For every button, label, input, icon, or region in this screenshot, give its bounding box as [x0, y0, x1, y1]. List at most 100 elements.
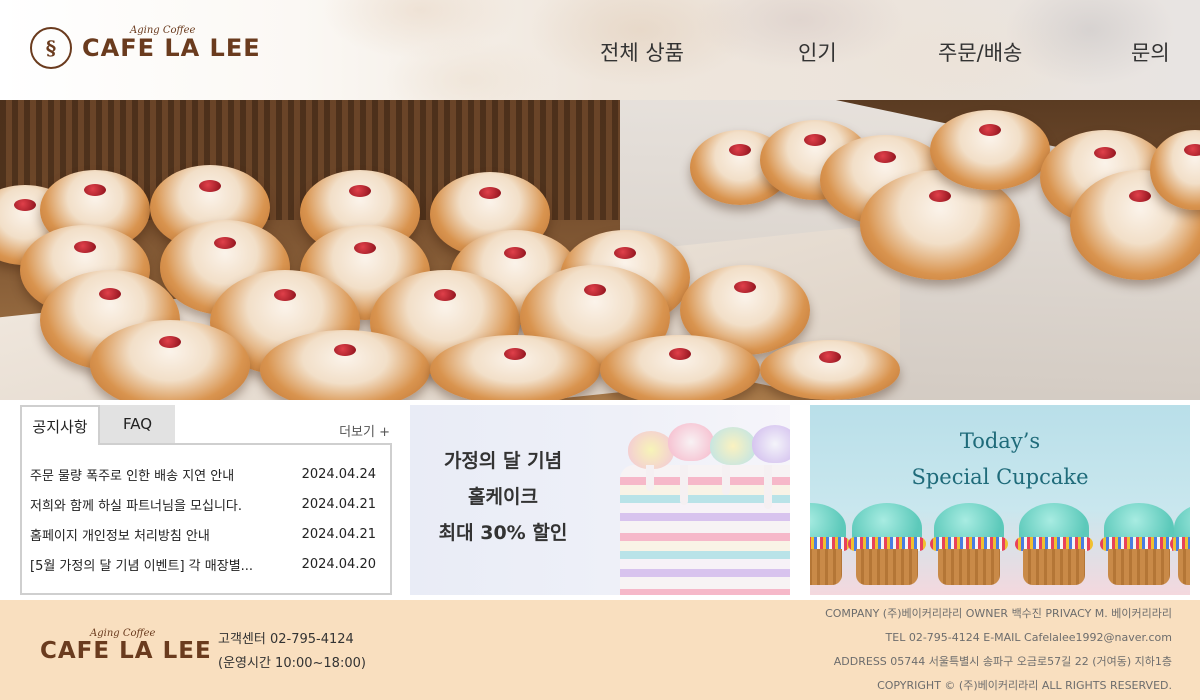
donut-illustration — [430, 335, 600, 400]
footer-logo-tagline: Aging Coffee — [90, 628, 156, 639]
jam-filling — [734, 281, 756, 294]
jam-filling — [14, 199, 36, 212]
company-info: COMPANY (주)베이커리라리 OWNER 백수진 PRIVACY M. 베… — [825, 602, 1172, 698]
cup-base — [1023, 549, 1085, 585]
frosting-swirl — [668, 423, 714, 461]
company-line: COMPANY (주)베이커리라리 OWNER 백수진 PRIVACY M. 베… — [825, 607, 1172, 620]
jam-filling — [819, 350, 841, 363]
cupcake-illustration — [810, 503, 850, 585]
jam-filling — [874, 151, 896, 164]
jam-filling — [804, 134, 826, 147]
jam-filling — [1184, 144, 1200, 157]
jam-filling — [159, 336, 181, 349]
notice-item-title: 홈페이지 개인정보 처리방침 안내 — [30, 528, 210, 544]
notice-item[interactable]: 홈페이지 개인정보 처리방침 안내 2024.04.21 — [30, 519, 376, 549]
site-header: § Aging Coffee CAFE LA LEE 전체 상품 인기 주문/배… — [0, 0, 1200, 100]
more-link[interactable]: 더보기 + — [339, 421, 390, 440]
contact-line: TEL 02-795-4124 E-MAIL Cafelalee1992@nav… — [885, 631, 1172, 644]
copyright-line: COPYRIGHT © (주)베이커리라리 ALL RIGHTS RESERVE… — [877, 679, 1172, 692]
notice-item-date: 2024.04.24 — [301, 466, 376, 482]
notice-item[interactable]: 저희와 함께 하실 파트너님을 모십니다. 2024.04.21 — [30, 489, 376, 519]
jam-filling — [354, 242, 376, 255]
notice-list-box: 주문 물량 폭주로 인한 배송 지연 안내 2024.04.24 저희와 함께 하실… — [20, 443, 392, 595]
donut-illustration — [90, 320, 250, 400]
promo-cupcake-line1: Today’s — [959, 429, 1041, 453]
icing-drip — [722, 465, 730, 495]
jam-filling — [334, 344, 356, 357]
nav-inquiry[interactable]: 문의 — [1131, 37, 1170, 67]
cup-base — [1178, 549, 1190, 585]
cs-phone: 고객센터 02-795-4124 — [218, 632, 354, 647]
nav-all-products[interactable]: 전체 상품 — [600, 37, 684, 67]
cupcake-illustration — [1170, 503, 1190, 585]
footer-logo-name: CAFE LA LEE — [40, 638, 212, 664]
nav-popular[interactable]: 인기 — [798, 37, 837, 67]
notice-item[interactable]: [5월 가정의 달 기념 이벤트] 각 매장별... 2024.04.20 — [30, 549, 376, 579]
hero-banner-image — [0, 100, 1200, 400]
frosting-swirl — [752, 425, 790, 463]
promo-banner-cupcake[interactable]: Today’s Special Cupcake — [810, 405, 1190, 595]
cupcake-illustration — [1015, 503, 1093, 585]
jam-filling — [84, 184, 106, 197]
jam-filling — [349, 185, 371, 198]
promo-cupcake-line2: Special Cupcake — [911, 465, 1089, 489]
jam-filling — [929, 189, 951, 202]
jam-filling — [99, 288, 121, 300]
promo-cake-line3: 최대 30% 할인 — [438, 522, 568, 544]
address-line: ADDRESS 05744 서울특별시 송파구 오금로57길 22 (거여동) … — [833, 655, 1172, 668]
jam-filling — [729, 143, 751, 156]
jam-filling — [74, 241, 96, 254]
main-nav: 전체 상품 인기 주문/배송 문의 — [0, 37, 1200, 67]
icing-drip — [764, 465, 772, 509]
site-footer: Aging Coffee CAFE LA LEE 고객센터 02-795-412… — [0, 600, 1200, 700]
donut-illustration — [760, 340, 900, 400]
notice-panel: 공지사항 FAQ 더보기 + 주문 물량 폭주로 인한 배송 지연 안내 2024… — [20, 405, 392, 595]
jam-filling — [1094, 147, 1116, 160]
promo-cupcake-text: Today’s Special Cupcake — [810, 423, 1190, 495]
notice-item-date: 2024.04.21 — [301, 496, 376, 512]
cupcake-illustration — [1100, 503, 1178, 585]
notice-item-date: 2024.04.21 — [301, 526, 376, 542]
notice-item[interactable]: 주문 물량 폭주로 인한 배송 지연 안내 2024.04.24 — [30, 459, 376, 489]
promo-cake-text: 가정의 달 기념 홀케이크 최대 30% 할인 — [410, 443, 596, 551]
jam-filling — [434, 288, 456, 301]
tab-notice[interactable]: 공지사항 — [20, 405, 100, 445]
jam-filling — [584, 283, 606, 296]
notice-item-date: 2024.04.20 — [301, 556, 376, 572]
jam-filling — [274, 288, 296, 301]
icing-drip — [646, 465, 654, 491]
notice-item-title: 주문 물량 폭주로 인한 배송 지연 안내 — [30, 468, 235, 484]
jam-filling — [669, 347, 691, 360]
tab-faq[interactable]: FAQ — [100, 405, 175, 443]
donut-illustration — [930, 110, 1050, 190]
nav-order-delivery[interactable]: 주문/배송 — [938, 37, 1022, 67]
jam-filling — [199, 180, 221, 193]
cupcake-illustration — [930, 503, 1008, 585]
logo-tagline: Aging Coffee — [130, 25, 196, 36]
customer-service-info: 고객센터 02-795-4124 (운영시간 10:00~18:00) — [218, 628, 366, 676]
promo-banner-cake[interactable]: 가정의 달 기념 홀케이크 최대 30% 할인 — [410, 405, 790, 595]
cs-hours: (운영시간 10:00~18:00) — [218, 656, 366, 671]
jam-filling — [479, 187, 501, 200]
donut-illustration — [260, 330, 430, 400]
notice-item-title: 저희와 함께 하실 파트너님을 모십니다. — [30, 498, 243, 514]
jam-filling — [504, 247, 526, 260]
frosting-swirl — [628, 431, 674, 469]
frosting-swirl — [710, 427, 756, 465]
footer-logo[interactable]: Aging Coffee CAFE LA LEE — [40, 628, 212, 664]
notice-item-title: [5월 가정의 달 기념 이벤트] 각 매장별... — [30, 558, 254, 574]
promo-cake-line1: 가정의 달 기념 — [443, 450, 563, 472]
promo-cake-line2: 홀케이크 — [468, 486, 538, 508]
cupcake-illustration — [848, 503, 926, 585]
jam-filling — [504, 347, 526, 360]
icing-drip — [680, 465, 688, 505]
cup-base — [1108, 549, 1170, 585]
donut-illustration — [600, 335, 760, 400]
cup-base — [810, 549, 842, 585]
notice-list: 주문 물량 폭주로 인한 배송 지연 안내 2024.04.24 저희와 함께 하실… — [30, 459, 376, 579]
jam-filling — [1129, 189, 1151, 202]
cup-base — [856, 549, 918, 585]
jam-filling — [979, 124, 1001, 137]
jam-filling — [214, 237, 236, 250]
cup-base — [938, 549, 1000, 585]
